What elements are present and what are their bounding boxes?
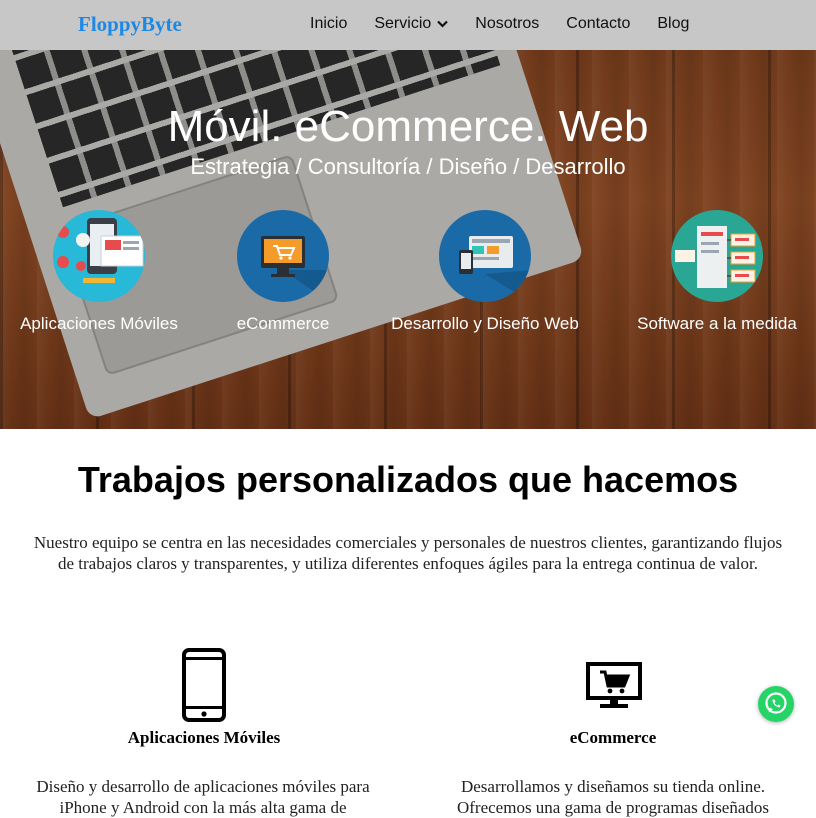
ecommerce-monitor-icon [237,210,329,302]
feature-title: eCommerce [569,728,657,747]
feature-text: Diseño y desarrollo de aplicaciones móvi… [36,777,370,817]
service-label: eCommerce [236,314,330,333]
service-card-software[interactable]: Software a la medida [631,210,803,334]
service-label: Software a la medida [637,314,797,333]
nav-item-label: Inicio [310,15,348,32]
service-card-ecommerce[interactable]: eCommerce [233,210,333,334]
mobile-apps-icon [53,210,145,302]
service-card-apps[interactable]: Aplicaciones Móviles [14,210,184,334]
custom-software-icon [671,210,763,302]
whatsapp-icon [765,692,787,714]
nav-item-nosotros[interactable]: Nosotros [475,15,539,33]
nav-item-servicio[interactable]: Servicio [374,15,449,33]
nav-item-label: Blog [657,15,690,32]
feature-text: Desarrollamos y diseñamos su tienda onli… [456,777,770,817]
hero-banner: Móvil. eCommerce. Web Estrategia / Consu… [0,50,816,429]
smartphone-icon [182,648,226,727]
whatsapp-button[interactable] [758,686,794,722]
nav-menu: Inicio Servicio Nosotros Contacto Blog [310,15,716,33]
nav-item-label: Contacto [566,15,631,32]
nav-item-contacto[interactable]: Contacto [566,15,630,33]
section-intro: Nuestro equipo se centra en las necesida… [33,533,783,573]
brand-logo[interactable]: FloppyByte [78,12,182,37]
nav-item-label: Servicio [374,15,432,32]
nav-item-blog[interactable]: Blog [657,15,689,33]
hero-title: Móvil. eCommerce. Web [167,102,649,151]
web-design-devices-icon [439,210,531,302]
monitor-cart-icon [586,662,642,715]
top-navbar: FloppyByte Inicio Servicio Nosotros Cont… [0,0,816,50]
service-label: Aplicaciones Móviles [20,314,178,333]
service-card-web[interactable]: Desarrollo y Diseño Web [384,210,586,334]
feature-title: Aplicaciones Móviles [127,728,281,747]
service-label: Desarrollo y Diseño Web [391,314,579,333]
nav-item-inicio[interactable]: Inicio [310,15,347,33]
nav-item-label: Nosotros [475,15,540,32]
chevron-down-icon [437,15,449,33]
hero-subtitle: Estrategia / Consultoría / Diseño / Desa… [190,154,626,179]
section-title: Trabajos personalizados que hacemos [77,459,739,500]
